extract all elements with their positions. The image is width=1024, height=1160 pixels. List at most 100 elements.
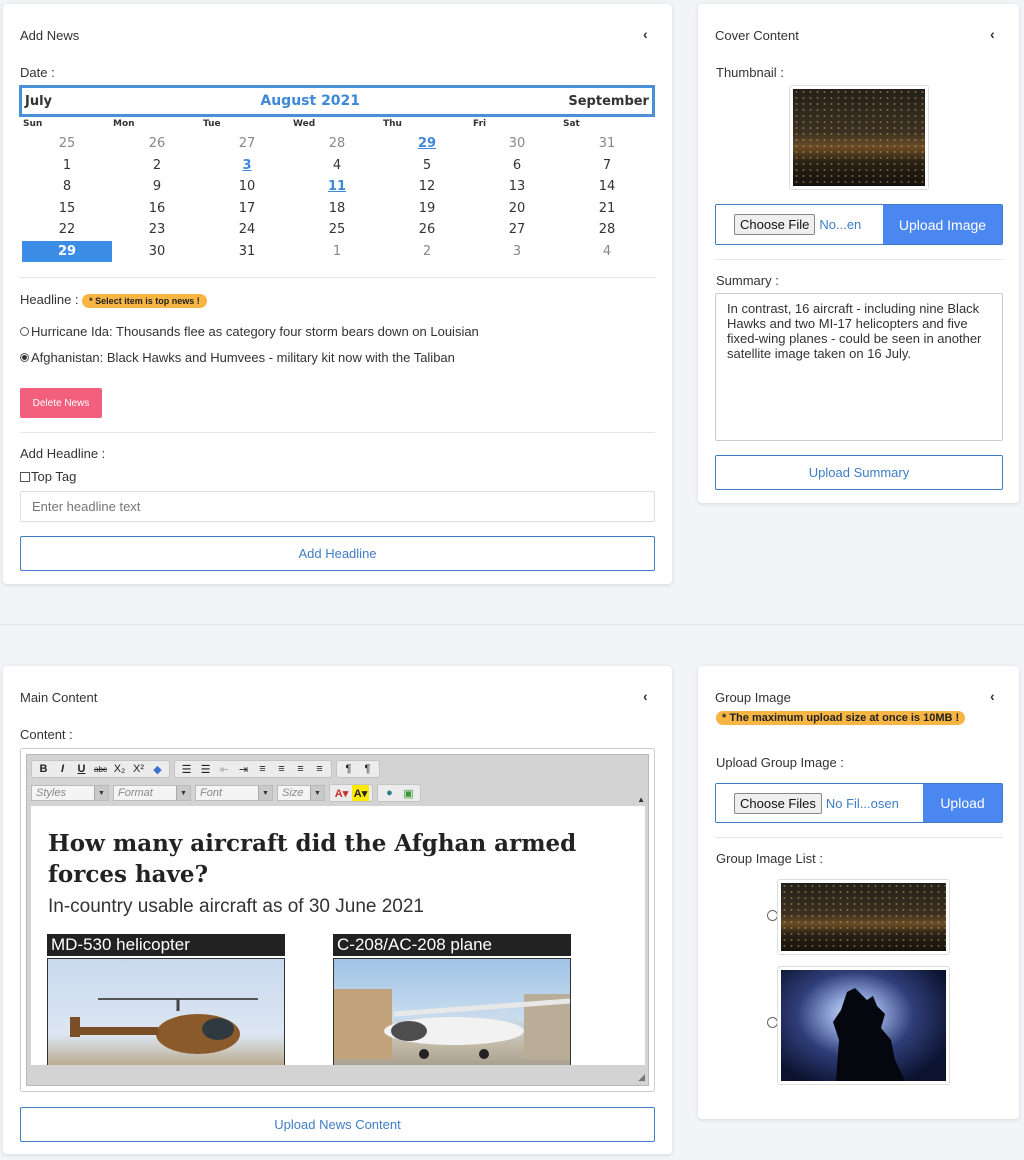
delete-news-button[interactable]: Delete News (20, 388, 102, 418)
headline-radio-0[interactable] (20, 327, 29, 336)
calendar-day[interactable]: 31 (562, 133, 652, 155)
italic-button[interactable]: I (54, 761, 71, 777)
calendar-day[interactable]: 2 (382, 241, 472, 263)
calendar-day[interactable]: 20 (472, 198, 562, 220)
styles-select[interactable]: Styles ▼ (31, 785, 109, 801)
calendar-day[interactable]: 11 (292, 176, 382, 198)
calendar-day[interactable]: 4 (292, 155, 382, 177)
subscript-button[interactable]: X₂ (111, 761, 128, 777)
calendar-day[interactable]: 16 (112, 198, 202, 220)
headline-input[interactable] (20, 491, 655, 522)
calendar-day[interactable]: 21 (562, 198, 652, 220)
size-select[interactable]: Size ▼ (277, 785, 325, 801)
thumbnail-file-input[interactable]: Choose File No...en (716, 205, 883, 244)
calendar-day[interactable]: 29 (382, 133, 472, 155)
source-icon[interactable]: ● (381, 785, 398, 801)
calendar-day[interactable]: 29 (22, 240, 112, 262)
font-select-label: Font (200, 787, 223, 799)
headline-option-1[interactable]: Afghanistan: Black Hawks and Humvees - m… (20, 350, 455, 365)
calendar-day[interactable]: 12 (382, 176, 472, 198)
calendar-day[interactable]: 9 (112, 176, 202, 198)
calendar-day[interactable]: 10 (202, 176, 292, 198)
calendar-day[interactable]: 14 (562, 176, 652, 198)
calendar-day[interactable]: 1 (22, 155, 112, 177)
headline-option-0[interactable]: Hurricane Ida: Thousands flee as categor… (20, 324, 479, 339)
calendar-day[interactable]: 7 (562, 155, 652, 177)
upload-image-button[interactable]: Upload Image (883, 205, 1002, 244)
calendar-day[interactable]: 15 (22, 198, 112, 220)
add-news-title: Add News (20, 28, 80, 43)
collapse-chevron-icon[interactable]: ‹ (990, 26, 995, 42)
calendar-day[interactable]: 3 (472, 241, 562, 263)
superscript-button[interactable]: X² (130, 761, 147, 777)
bulleted-list-icon[interactable]: ☰ (197, 761, 214, 777)
format-select[interactable]: Format ▼ (113, 785, 191, 801)
calendar-day[interactable]: 30 (112, 241, 202, 263)
maximize-icon[interactable]: ▲ (637, 795, 645, 804)
calendar-day[interactable]: 6 (472, 155, 562, 177)
calendar-day[interactable]: 24 (202, 219, 292, 241)
bold-button[interactable]: B (35, 761, 52, 777)
calendar-day[interactable]: 26 (382, 219, 472, 241)
calendar-day[interactable]: 18 (292, 198, 382, 220)
calendar-prev-month[interactable]: July (25, 94, 52, 109)
text-color-icon[interactable]: A▾ (333, 785, 350, 801)
upload-news-content-button[interactable]: Upload News Content (20, 1107, 655, 1142)
align-justify-icon[interactable]: ≡ (311, 761, 328, 777)
calendar-day[interactable]: 28 (562, 219, 652, 241)
calendar-day[interactable]: 25 (292, 219, 382, 241)
collapse-chevron-icon[interactable]: ‹ (643, 688, 648, 704)
calendar-day[interactable]: 25 (22, 133, 112, 155)
align-left-icon[interactable]: ≡ (254, 761, 271, 777)
calendar-day[interactable]: 8 (22, 176, 112, 198)
calendar-day[interactable]: 17 (202, 198, 292, 220)
calendar-day[interactable]: 26 (112, 133, 202, 155)
image-icon[interactable]: ▣ (400, 785, 417, 801)
eraser-icon[interactable]: ◆ (149, 761, 166, 777)
calendar-day[interactable]: 19 (382, 198, 472, 220)
calendar-week-row: 8 9 10 11 12 13 14 (22, 176, 652, 198)
calendar-day[interactable]: 3 (202, 155, 292, 177)
summary-textarea[interactable]: In contrast, 16 aircraft - including nin… (715, 293, 1003, 441)
calendar-day[interactable]: 5 (382, 155, 472, 177)
ltr-icon[interactable]: ¶ (340, 761, 357, 777)
calendar-day[interactable]: 22 (22, 219, 112, 241)
upload-summary-button[interactable]: Upload Summary (715, 455, 1003, 490)
top-tag-checkbox[interactable] (20, 471, 30, 482)
group-upload-button[interactable]: Upload (923, 784, 1002, 822)
choose-file-button[interactable]: Choose File (734, 214, 816, 235)
align-right-icon[interactable]: ≡ (292, 761, 309, 777)
background-color-icon[interactable]: A▾ (352, 785, 369, 801)
align-center-icon[interactable]: ≡ (273, 761, 290, 777)
resize-handle-icon[interactable]: ◢ (638, 1072, 645, 1083)
collapse-chevron-icon[interactable]: ‹ (643, 26, 648, 42)
calendar-day[interactable]: 2 (112, 155, 202, 177)
calendar-day[interactable]: 13 (472, 176, 562, 198)
choose-files-button[interactable]: Choose Files (734, 792, 822, 814)
group-image-item-0[interactable] (777, 879, 950, 955)
calendar-day[interactable]: 23 (112, 219, 202, 241)
group-file-input[interactable]: Choose Files No Fil...osen (716, 784, 923, 822)
font-select[interactable]: Font ▼ (195, 785, 273, 801)
headline-text-1: Afghanistan: Black Hawks and Humvees - m… (31, 350, 455, 365)
collapse-chevron-icon[interactable]: ‹ (990, 688, 995, 704)
calendar-day[interactable]: 4 (562, 241, 652, 263)
rtl-icon[interactable]: ¶ (359, 761, 376, 777)
calendar-day[interactable]: 27 (472, 219, 562, 241)
numbered-list-icon[interactable]: ☰ (178, 761, 195, 777)
calendar-next-month[interactable]: September (568, 94, 649, 109)
add-headline-button[interactable]: Add Headline (20, 536, 655, 571)
calendar-day[interactable]: 31 (202, 241, 292, 263)
headline-radio-1[interactable] (20, 353, 29, 362)
calendar-day[interactable]: 30 (472, 133, 562, 155)
calendar-day[interactable]: 28 (292, 133, 382, 155)
calendar-day[interactable]: 27 (202, 133, 292, 155)
editor-content-area[interactable]: How many aircraft did the Afghan armed f… (31, 806, 645, 1065)
calendar-day[interactable]: 1 (292, 241, 382, 263)
outdent-icon[interactable]: ⇤ (216, 761, 233, 777)
strikethrough-button[interactable]: abc (92, 761, 109, 777)
group-image-item-1[interactable] (777, 966, 950, 1085)
indent-icon[interactable]: ⇥ (235, 761, 252, 777)
underline-button[interactable]: U (73, 761, 90, 777)
top-tag-checkbox-row[interactable]: Top Tag (20, 469, 76, 484)
